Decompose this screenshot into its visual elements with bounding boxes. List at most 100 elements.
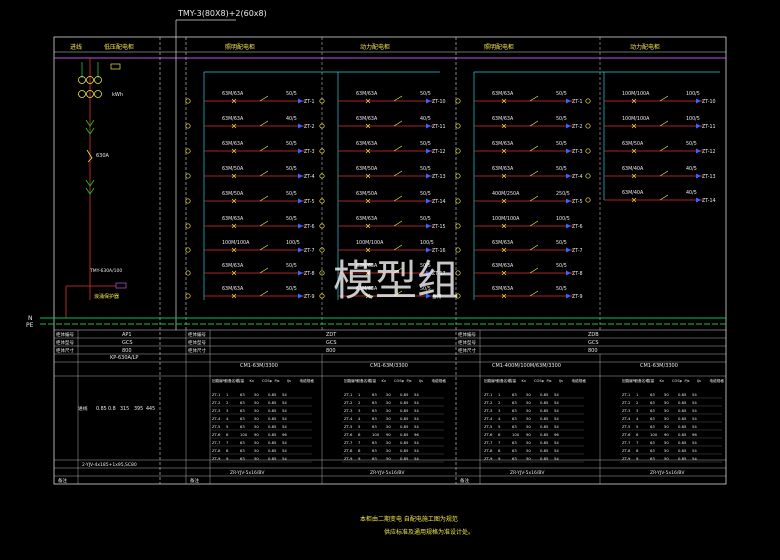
- p2-left-circuit-2-fuse: 40/5: [286, 116, 297, 122]
- p3-right-circuit-2-fuse: 100/5: [686, 116, 700, 122]
- p2-left-circuit-5-rating: 63M/50A: [222, 191, 244, 197]
- table-cell-c-9-6: 54: [554, 456, 559, 461]
- table-cell-d-2-1: ZT-2: [622, 400, 631, 405]
- table-cell-c-8-5: 0.85: [540, 448, 549, 453]
- incoming-value-5: 395: [134, 406, 143, 412]
- col-header-d-5: COSφ: [672, 379, 683, 383]
- p3-left-circuit-1-fuse: 50/5: [556, 91, 567, 97]
- table-cell-b-1-1: ZT-1: [344, 392, 353, 397]
- footer-cable-4: ZR-YJV-5x16/BV: [510, 470, 545, 476]
- table-cell-a-3-6: 54: [282, 408, 287, 413]
- table-cell-c-7-6: 54: [554, 440, 559, 445]
- footer-cable-3: ZR-YJV-5x16/BV: [370, 470, 405, 476]
- p3-left-circuit-2-rating: 63M/63A: [492, 116, 514, 122]
- label-cabinet-id-2: 柜体编号: [188, 331, 206, 338]
- table-cell-d-8-3: 63: [650, 448, 655, 453]
- footer-note-2: 备注: [190, 477, 199, 484]
- incoming-header-1: 进线: [70, 43, 82, 51]
- p2-right-circuit-6-rating: 63M/63A: [356, 216, 378, 222]
- table-cell-a-6-6: 96: [282, 432, 287, 437]
- incoming-value-3: 0.8: [108, 406, 116, 412]
- p3-left-circuit-3-code: ZT-3: [572, 149, 583, 155]
- table-cell-a-1-6: 54: [282, 392, 287, 397]
- table-cell-a-2-4: 50: [254, 400, 259, 405]
- table-cell-b-5-6: 54: [414, 424, 419, 429]
- table-cell-d-9-6: 54: [692, 456, 697, 461]
- table-cell-c-9-1: ZT-9: [484, 456, 493, 461]
- table-cell-b-7-4: 50: [386, 440, 391, 445]
- footer-note-1: 备注: [58, 477, 67, 484]
- table-cell-c-5-3: 63: [512, 424, 517, 429]
- p2-right-circuit-2-rating: 63M/63A: [356, 116, 378, 122]
- table-cell-c-8-3: 63: [512, 448, 517, 453]
- table-cell-b-7-3: 63: [372, 440, 377, 445]
- table-cell-a-4-5: 0.85: [268, 416, 277, 421]
- table-cell-a-9-1: ZT-9: [212, 456, 221, 461]
- table-cell-d-5-6: 54: [692, 424, 697, 429]
- p3-right-circuit-4-fuse: 40/5: [686, 166, 697, 172]
- table-cell-d-7-1: ZT-7: [622, 440, 631, 445]
- table-cell-b-7-1: ZT-7: [344, 440, 353, 445]
- table-cell-a-7-3: 63: [240, 440, 245, 445]
- p3-left-circuit-5-rating: 400M/250A: [492, 191, 520, 197]
- p3-right-circuit-4-rating: 63M/40A: [622, 166, 644, 172]
- p2-left-circuit-8-rating: 63M/63A: [222, 263, 244, 269]
- label-cabinet-type-2: 柜体型号: [188, 339, 206, 346]
- table-cell-b-3-4: 50: [386, 408, 391, 413]
- table-cell-a-6-4: 90: [254, 432, 259, 437]
- table-cell-c-1-3: 63: [512, 392, 517, 397]
- col-header-a-7: Ijs: [287, 379, 291, 383]
- table-cell-d-7-4: 50: [664, 440, 669, 445]
- table-cell-d-1-1: ZT-1: [622, 392, 631, 397]
- p2-left-circuit-7-fuse: 100/5: [286, 240, 300, 246]
- p2-header-1: 照明配电柜: [225, 43, 255, 51]
- incoming-header-2: 低压配电柜: [104, 43, 134, 51]
- table-cell-c-3-3: 63: [512, 408, 517, 413]
- table-cell-b-9-6: 54: [414, 456, 419, 461]
- table-cell-d-3-3: 63: [650, 408, 655, 413]
- table-cell-d-9-4: 50: [664, 456, 669, 461]
- busbar-label: TMY-3(80X8)+2(60x8): [177, 9, 267, 18]
- cabinet-type-2: GCS: [326, 340, 337, 346]
- col-header-c-5: COSφ: [534, 379, 545, 383]
- col-header-a-3: 容量: [237, 378, 245, 383]
- table-cell-c-5-4: 50: [526, 424, 531, 429]
- table-cell-a-7-1: ZT-7: [212, 440, 221, 445]
- p2-right-circuit-7-rating: 100M/100A: [356, 240, 384, 246]
- table-cell-c-3-5: 0.85: [540, 408, 549, 413]
- table-cell-c-2-3: 63: [512, 400, 517, 405]
- cabinet-id-1: AP1: [122, 332, 132, 338]
- table-cell-b-4-5: 0.85: [400, 416, 409, 421]
- table-cell-d-2-5: 0.85: [678, 400, 687, 405]
- table-cell-c-1-1: ZT-1: [484, 392, 493, 397]
- ct-label: TMY-630A/100: [89, 268, 122, 274]
- table-cell-c-3-1: ZT-3: [484, 408, 493, 413]
- table-cell-d-3-6: 54: [692, 408, 697, 413]
- p2-left-circuit-5-fuse: 50/5: [286, 191, 297, 197]
- p3-right-circuit-5-rating: 63M/40A: [622, 190, 644, 196]
- table-cell-c-8-1: ZT-8: [484, 448, 493, 453]
- table-cell-c-5-5: 0.85: [540, 424, 549, 429]
- table-cell-d-5-3: 63: [650, 424, 655, 429]
- table-cell-d-1-4: 50: [664, 392, 669, 397]
- p2-left-circuit-1-fuse: 50/5: [286, 91, 297, 97]
- table-cell-d-3-4: 50: [664, 408, 669, 413]
- p2-right-circuit-5-code: ZT-14: [432, 199, 446, 205]
- p2-right-circuit-6-code: ZT-15: [432, 224, 446, 230]
- table-cell-b-7-6: 54: [414, 440, 419, 445]
- table-cell-c-2-4: 50: [526, 400, 531, 405]
- table-cell-b-4-6: 54: [414, 416, 419, 421]
- table-cell-d-6-1: ZT-6: [622, 432, 631, 437]
- table-cell-b-2-1: ZT-2: [344, 400, 353, 405]
- table-cell-d-4-1: ZT-4: [622, 416, 631, 421]
- incoming-value-4: 315: [120, 406, 129, 412]
- table-cell-c-7-3: 63: [512, 440, 517, 445]
- table-cell-b-5-4: 50: [386, 424, 391, 429]
- p3-left-circuit-3-fuse: 50/5: [556, 141, 567, 147]
- p2-right-circuit-2-code: ZT-11: [432, 124, 446, 130]
- p2-left-circuit-3-fuse: 50/5: [286, 141, 297, 147]
- table-cell-b-5-5: 0.85: [400, 424, 409, 429]
- table-cell-b-4-4: 50: [386, 416, 391, 421]
- col-header-c-7: Ijs: [559, 379, 563, 383]
- table-cell-b-1-4: 50: [386, 392, 391, 397]
